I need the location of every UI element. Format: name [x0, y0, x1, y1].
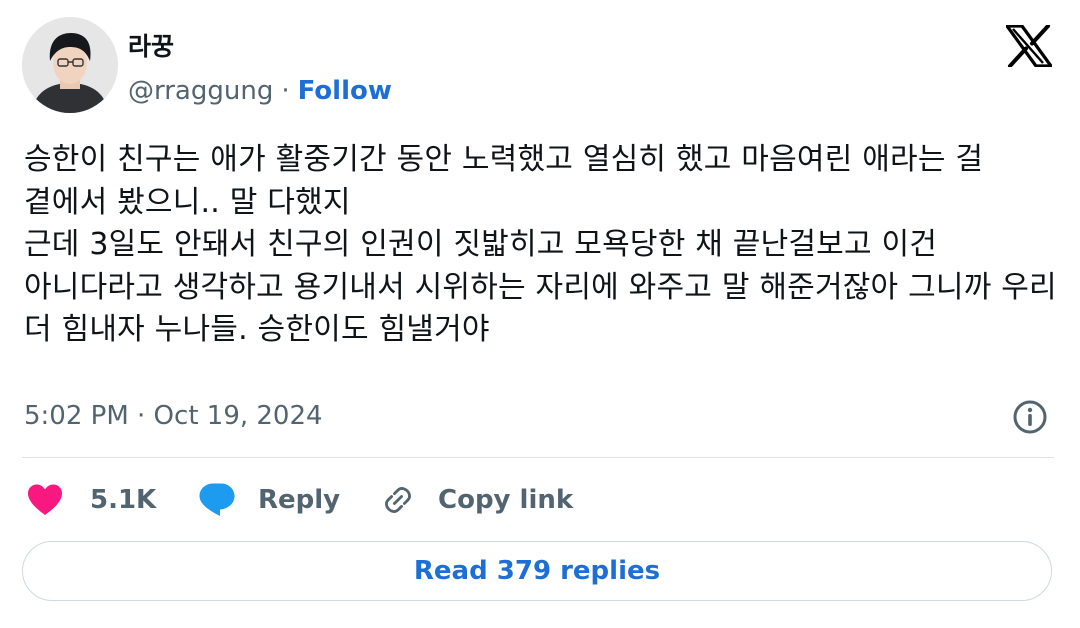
avatar-image	[22, 17, 118, 113]
copy-link-button[interactable]: Copy link	[380, 478, 573, 522]
reply-button[interactable]: Reply	[198, 478, 340, 522]
tweet-timestamp[interactable]: 5:02 PM · Oct 19, 2024	[24, 396, 323, 436]
info-icon[interactable]	[1011, 398, 1049, 436]
link-icon	[385, 487, 411, 513]
x-logo-icon[interactable]	[1005, 24, 1053, 68]
follow-button[interactable]: Follow	[298, 76, 392, 106]
like-button[interactable]: 5.1K	[26, 478, 156, 522]
heart-icon	[28, 484, 62, 515]
author-display-name[interactable]: 라꿍	[128, 32, 174, 62]
reply-label: Reply	[258, 485, 341, 515]
author-handle[interactable]: @rraggung	[128, 76, 273, 106]
read-replies-label: Read 379 replies	[413, 556, 661, 586]
avatar[interactable]	[22, 17, 118, 113]
tweet-text: 승한이 친구는 애가 활중기간 동안 노력했고 열심히 했고 마음여린 애라는 …	[24, 142, 1057, 347]
like-count: 5.1K	[90, 485, 157, 515]
copy-link-label: Copy link	[438, 485, 574, 515]
divider	[22, 457, 1054, 458]
read-replies-button[interactable]: Read 379 replies	[22, 541, 1052, 601]
handle-separator: ·	[281, 76, 290, 106]
author-handle-row: @rraggung · Follow	[128, 74, 392, 108]
speech-bubble-icon	[199, 483, 235, 516]
